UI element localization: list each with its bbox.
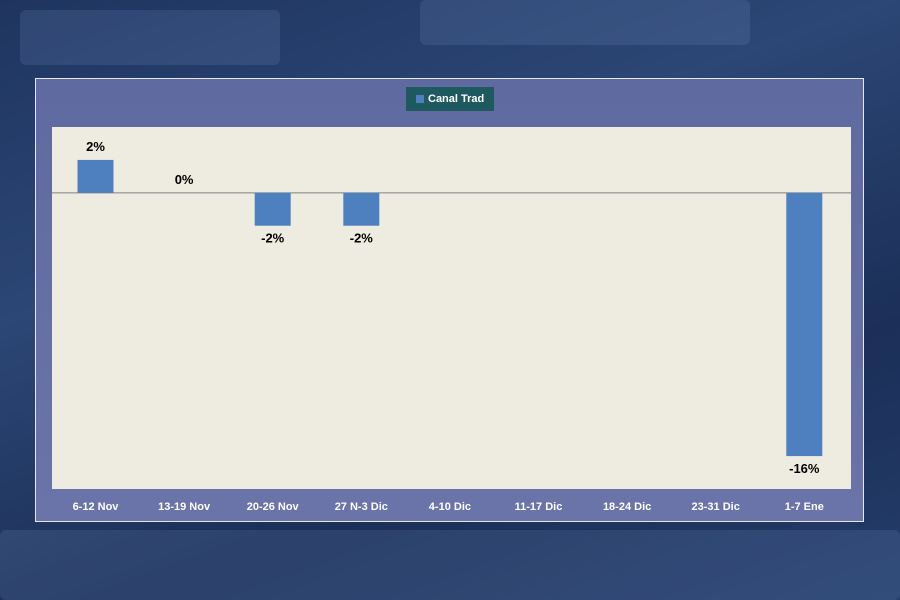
x-tick-label: 18-24 Dic [603, 501, 651, 513]
bar [254, 192, 291, 226]
background-decoration [420, 0, 750, 45]
plot-area [52, 127, 851, 489]
x-tick-label: 4-10 Dic [429, 501, 471, 513]
x-tick-label: 20-26 Nov [247, 501, 300, 513]
background-decoration [0, 530, 900, 600]
x-tick-label: 23-31 Dic [692, 501, 740, 513]
x-tick-label: 6-12 Nov [73, 501, 120, 513]
data-label: -2% [350, 231, 374, 246]
bar-chart: 2% 6-12 Nov 0% 13-19 Nov -2% 20-26 Nov -2% 27 N… [52, 127, 851, 513]
chart-panel: Canal Trad 2% 6-12 Nov 0% 13-19 Nov -2% 20-26… [35, 78, 864, 522]
data-label: -2% [261, 231, 285, 246]
x-tick-label: 13-19 Nov [158, 501, 211, 513]
data-label: -16% [789, 461, 820, 476]
x-tick-label: 11-17 Dic [515, 501, 563, 513]
bar [786, 192, 823, 457]
data-label: 0% [175, 172, 194, 187]
data-label: 2% [86, 139, 105, 154]
background-decoration [20, 10, 280, 65]
bar [343, 192, 380, 226]
x-tick-label: 27 N-3 Dic [335, 501, 388, 513]
bar [77, 159, 114, 193]
x-tick-label: 1-7 Ene [785, 501, 824, 513]
